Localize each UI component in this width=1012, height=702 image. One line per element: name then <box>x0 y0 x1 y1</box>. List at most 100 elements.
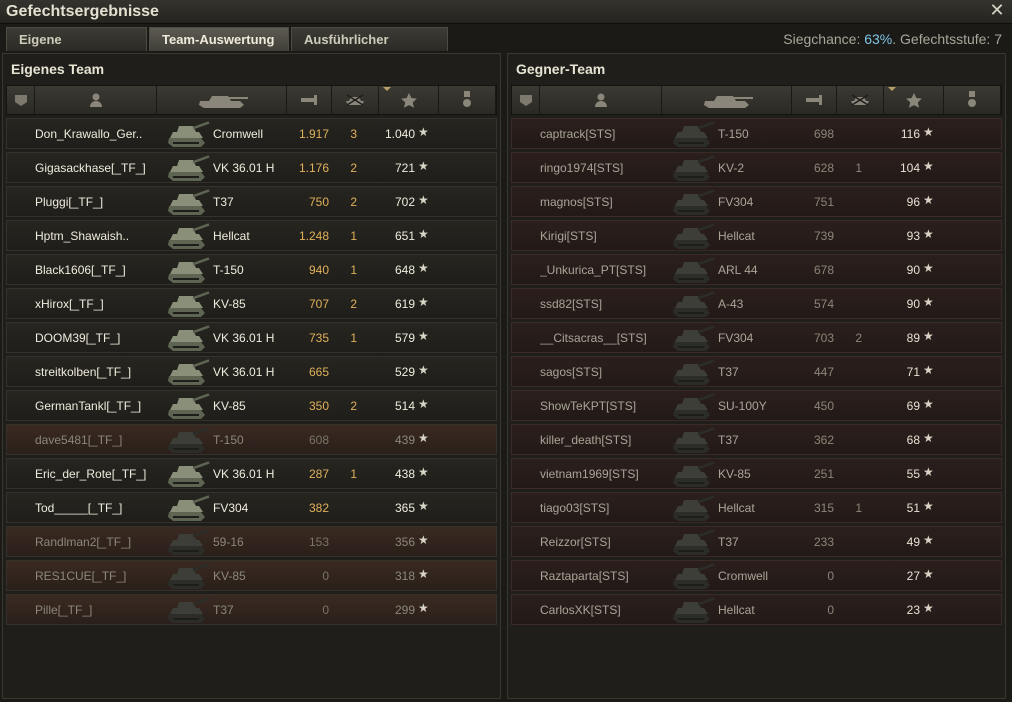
tank-icon <box>670 120 716 149</box>
table-row[interactable]: ringo1974[STS] KV-2 628 1 104 ★ <box>511 152 1002 183</box>
platoon-icon[interactable] <box>7 86 35 114</box>
player-name: CarlosXK[STS] <box>540 603 621 617</box>
table-row[interactable]: Don_Krawallo_Ger.. Cromwell 1.917 3 1.040 ★ <box>6 118 497 149</box>
xp-star-icon: ★ <box>923 499 934 513</box>
player-name: Hptm_Shawaish.. <box>35 229 130 243</box>
table-row[interactable]: ShowTeKPT[STS] SU-100Y 450 69 ★ <box>511 390 1002 421</box>
damage-icon[interactable] <box>792 86 837 114</box>
player-name: DOOM39[_TF_] <box>35 331 121 345</box>
table-row[interactable]: Gigasackhase[_TF_] VK 36.01 H 1.176 2 721 ★ <box>6 152 497 183</box>
damage-value: 251 <box>813 467 834 481</box>
medal-icon[interactable] <box>944 86 1001 114</box>
table-row[interactable]: CarlosXK[STS] Hellcat 0 23 ★ <box>511 594 1002 625</box>
medal-icon[interactable] <box>439 86 496 114</box>
player-name: Tod_____[_TF_] <box>35 501 123 515</box>
table-row[interactable]: RES1CUE[_TF_] KV-85 0 318 ★ <box>6 560 497 591</box>
table-row[interactable]: __Citsacras__[STS] FV304 703 2 89 ★ <box>511 322 1002 353</box>
player-name: Kirigi[STS] <box>540 229 597 243</box>
table-row[interactable]: killer_death[STS] T37 362 68 ★ <box>511 424 1002 455</box>
xp-star-icon: ★ <box>418 533 429 547</box>
table-row[interactable]: Eric_der_Rote[_TF_] VK 36.01 H 287 1 438 ★ <box>6 458 497 489</box>
xp-star-icon: ★ <box>923 261 934 275</box>
table-row[interactable]: Reizzor[STS] T37 233 49 ★ <box>511 526 1002 557</box>
damage-value: 707 <box>308 297 329 311</box>
xp-star-icon: ★ <box>923 601 934 615</box>
table-row[interactable]: tiago03[STS] Hellcat 315 1 51 ★ <box>511 492 1002 523</box>
kills-value: 1 <box>350 331 357 345</box>
close-icon[interactable]: ✕ <box>988 2 1006 20</box>
xp-value: 579 <box>394 331 415 345</box>
damage-value: 0 <box>322 569 329 583</box>
platoon-icon[interactable] <box>512 86 540 114</box>
xp-value: 89 <box>906 331 920 345</box>
damage-value: 739 <box>813 229 834 243</box>
table-row[interactable]: Hptm_Shawaish.. Hellcat 1.248 1 651 ★ <box>6 220 497 251</box>
tank-icon <box>165 528 211 557</box>
xp-value: 23 <box>906 603 920 617</box>
tab-eigene-auswertung[interactable]: Eigene Auswertung <box>6 27 147 71</box>
table-row[interactable]: Pille[_TF_] T37 0 299 ★ <box>6 594 497 625</box>
xp-star-icon: ★ <box>418 193 429 207</box>
table-row[interactable]: GermanTankl[_TF_] KV-85 350 2 514 ★ <box>6 390 497 421</box>
xp-star-icon: ★ <box>418 125 429 139</box>
tank-icon <box>670 222 716 251</box>
xp-star-icon: ★ <box>923 295 934 309</box>
damage-icon[interactable] <box>287 86 332 114</box>
kills-icon[interactable] <box>332 86 379 114</box>
damage-value: 608 <box>308 433 329 447</box>
table-row[interactable]: DOOM39[_TF_] VK 36.01 H 735 1 579 ★ <box>6 322 497 353</box>
tab-ausfuehrlicher-bericht[interactable]: Ausführlicher Bericht <box>291 27 448 71</box>
table-row[interactable]: xHirox[_TF_] KV-85 707 2 619 ★ <box>6 288 497 319</box>
own-team-title: Eigenes Team <box>11 61 105 77</box>
tank-icon <box>165 596 211 625</box>
tank-icon[interactable] <box>157 86 287 114</box>
xp-star-icon: ★ <box>923 567 934 581</box>
table-row[interactable]: Randlman2[_TF_] 59-16 153 356 ★ <box>6 526 497 557</box>
kills-value: 1 <box>855 501 862 515</box>
table-row[interactable]: Pluggi[_TF_] T37 750 2 702 ★ <box>6 186 497 217</box>
damage-value: 447 <box>813 365 834 379</box>
table-row[interactable]: Kirigi[STS] Hellcat 739 93 ★ <box>511 220 1002 251</box>
player-name: Gigasackhase[_TF_] <box>35 161 146 175</box>
xp-value: 721 <box>394 161 415 175</box>
kills-value: 2 <box>350 399 357 413</box>
xp-star-icon: ★ <box>418 601 429 615</box>
tab-bar: Eigene Auswertung Team-Auswertung Ausfüh… <box>6 27 450 71</box>
damage-value: 450 <box>813 399 834 413</box>
player-name: captrack[STS] <box>540 127 616 141</box>
table-row[interactable]: dave5481[_TF_] T-150 608 439 ★ <box>6 424 497 455</box>
table-row[interactable]: sagos[STS] T37 447 71 ★ <box>511 356 1002 387</box>
player-icon[interactable] <box>35 86 157 114</box>
kills-icon[interactable] <box>837 86 884 114</box>
xp-value: 619 <box>394 297 415 311</box>
table-row[interactable]: streitkolben[_TF_] VK 36.01 H 665 529 ★ <box>6 356 497 387</box>
damage-value: 574 <box>813 297 834 311</box>
xp-value: 90 <box>906 263 920 277</box>
xp-value: 318 <box>394 569 415 583</box>
xp-star-icon: ★ <box>418 227 429 241</box>
table-row[interactable]: ssd82[STS] A-43 574 90 ★ <box>511 288 1002 319</box>
xp-star-icon[interactable] <box>379 86 439 114</box>
xp-value: 90 <box>906 297 920 311</box>
tank-icon <box>670 256 716 285</box>
damage-value: 1.176 <box>298 161 329 175</box>
player-name: _Unkurica_PT[STS] <box>540 263 647 277</box>
player-name: killer_death[STS] <box>540 433 632 447</box>
table-row[interactable]: Tod_____[_TF_] FV304 382 365 ★ <box>6 492 497 523</box>
player-name: xHirox[_TF_] <box>35 297 104 311</box>
tab-team-auswertung[interactable]: Team-Auswertung <box>149 27 289 51</box>
xp-star-icon: ★ <box>923 431 934 445</box>
player-icon[interactable] <box>540 86 662 114</box>
player-name: Raztaparta[STS] <box>540 569 629 583</box>
table-row[interactable]: _Unkurica_PT[STS] ARL 44 678 90 ★ <box>511 254 1002 285</box>
xp-star-icon[interactable] <box>884 86 944 114</box>
table-row[interactable]: captrack[STS] T-150 698 116 ★ <box>511 118 1002 149</box>
table-row[interactable]: vietnam1969[STS] KV-85 251 55 ★ <box>511 458 1002 489</box>
xp-star-icon: ★ <box>923 329 934 343</box>
table-row[interactable]: Black1606[_TF_] T-150 940 1 648 ★ <box>6 254 497 285</box>
table-row[interactable]: Raztaparta[STS] Cromwell 0 27 ★ <box>511 560 1002 591</box>
tank-icon[interactable] <box>662 86 792 114</box>
enemy-team-header <box>511 85 1002 115</box>
table-row[interactable]: magnos[STS] FV304 751 96 ★ <box>511 186 1002 217</box>
tank-icon <box>165 290 211 319</box>
